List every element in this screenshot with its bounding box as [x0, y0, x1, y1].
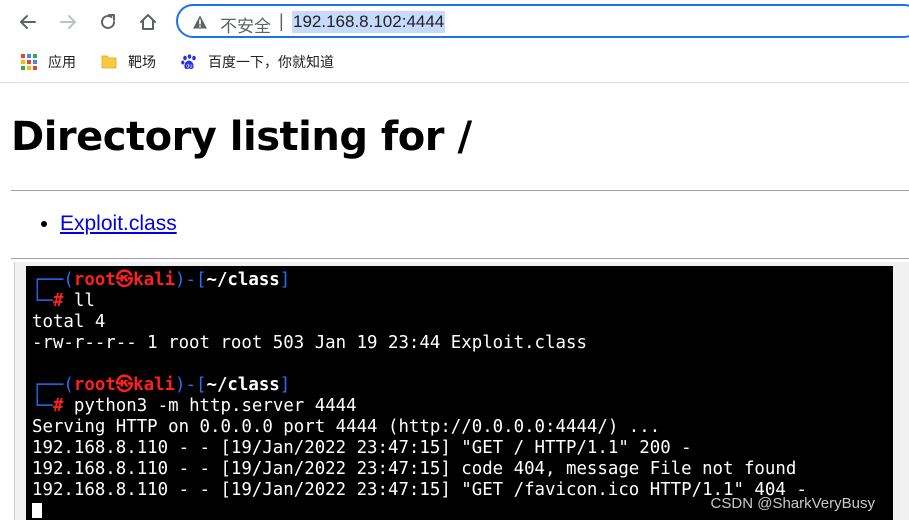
- terminal-output-line: 192.168.8.110 - - [19/Jan/2022 23:47:15]…: [32, 438, 692, 458]
- page-title: Directory listing for /: [11, 114, 472, 160]
- forward-arrow-icon: [60, 15, 76, 29]
- baidu-paw-icon: du: [180, 53, 198, 71]
- terminal-cursor: [32, 503, 42, 518]
- terminal-output-line: -rw-r--r-- 1 root root 503 Jan 19 23:44 …: [32, 333, 587, 353]
- file-list: Exploit.class: [38, 212, 177, 236]
- bookmark-label: 百度一下，你就知道: [208, 55, 334, 71]
- address-separator: |: [279, 11, 284, 31]
- terminal-prompt-line: ┌──(root㉿kali)-[~/class]: [32, 375, 291, 395]
- warning-triangle-icon: [193, 15, 207, 29]
- browser-toolbar: 不安全 | 192.168.8.102:4444: [0, 0, 909, 44]
- folder-icon: [100, 53, 118, 71]
- bookmark-label: 应用: [48, 55, 76, 71]
- terminal-output-line: Serving HTTP on 0.0.0.0 port 4444 (http:…: [32, 417, 661, 437]
- terminal-prompt-line: ┌──(root㉿kali)-[~/class]: [32, 270, 291, 290]
- terminal-command-line: └─# ll: [32, 291, 95, 311]
- terminal-cursor-line: [32, 501, 42, 520]
- watermark: CSDN @SharkVeryBusy: [710, 495, 875, 512]
- terminal-command-line: └─# python3 -m http.server 4444: [32, 396, 357, 416]
- horizontal-rule: [11, 258, 909, 259]
- forward-button[interactable]: [54, 8, 82, 36]
- terminal-window: ┌──(root㉿kali)-[~/class] └─# ll total 4 …: [26, 266, 893, 520]
- bookmark-folder-range[interactable]: 靶场: [100, 52, 156, 72]
- bookmark-baidu[interactable]: du 百度一下，你就知道: [180, 52, 334, 72]
- terminal-output-line: 192.168.8.110 - - [19/Jan/2022 23:47:15]…: [32, 480, 807, 500]
- url-text[interactable]: 192.168.8.102:4444: [292, 11, 446, 33]
- back-button[interactable]: [14, 8, 42, 36]
- file-link-exploit-class[interactable]: Exploit.class: [60, 212, 177, 235]
- reload-button[interactable]: [94, 8, 122, 36]
- terminal-output-line: total 4: [32, 312, 106, 332]
- bookmarks-bar: 应用 靶场 du 百度一下，你就知道: [0, 44, 909, 80]
- security-status-label[interactable]: 不安全: [220, 12, 271, 37]
- home-button[interactable]: [134, 8, 162, 36]
- bookmark-apps[interactable]: 应用: [20, 52, 76, 72]
- reload-icon: [101, 14, 115, 29]
- horizontal-rule: [11, 190, 909, 191]
- chrome-divider: [0, 82, 909, 83]
- terminal-output-line: 192.168.8.110 - - [19/Jan/2022 23:47:15]…: [32, 459, 797, 479]
- home-icon: [140, 14, 156, 30]
- apps-grid-icon: [20, 53, 38, 71]
- svg-text:du: du: [186, 64, 192, 70]
- bookmark-label: 靶场: [128, 55, 156, 71]
- list-item: Exploit.class: [60, 212, 177, 236]
- back-arrow-icon: [20, 15, 36, 29]
- address-bar[interactable]: 不安全 | 192.168.8.102:4444: [176, 4, 909, 38]
